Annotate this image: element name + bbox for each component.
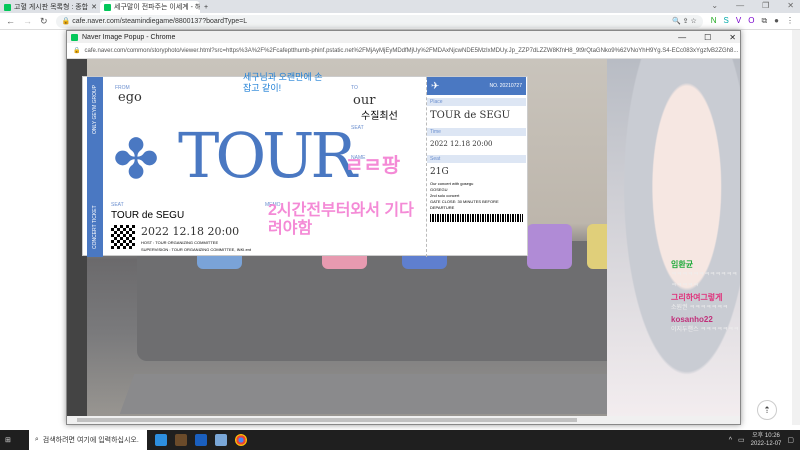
extension-icon[interactable]: S [724, 16, 729, 26]
ticket-title-logo: TOUR [178, 119, 357, 192]
reload-icon[interactable]: ↻ [40, 16, 48, 27]
menu-icon[interactable]: ⋮ [786, 16, 794, 26]
vscode-icon[interactable] [194, 434, 207, 446]
close-icon[interactable]: ✕ [91, 3, 97, 11]
naver-icon [71, 33, 78, 41]
minimize-button[interactable]: — [736, 1, 744, 10]
chat-message: 소원권 ㅋㅋㅋㅋㅋㅋㅋ [671, 305, 728, 311]
logo-clover-icon: ✤ [113, 128, 160, 190]
page-scrollbar[interactable] [792, 30, 800, 425]
naver-cafe-icon [104, 3, 111, 11]
tray-chevron-icon[interactable]: ^ [729, 437, 732, 444]
popup-title-bar: Naver Image Popup - Chrome — ☐ ✕ [67, 31, 740, 43]
url-input[interactable]: 🔒 cafe.naver.com/steamindiegame/8800137?… [55, 14, 703, 28]
close-button[interactable]: ✕ [787, 1, 794, 10]
app-icon[interactable] [214, 434, 227, 446]
close-button[interactable]: ✕ [729, 33, 736, 42]
forward-icon[interactable]: → [23, 16, 32, 26]
tab-search-button[interactable]: ⌄ [711, 1, 718, 10]
concert-ticket: CONCERT TICKET ONLY GEYM GROUP FROM ego T… [82, 72, 528, 257]
chat-message: ㅋㅋㅋㅋㅋㅋㅋㅋㅋㅋㅋㅋㅋㅋㅋㅋㅋ [671, 272, 738, 289]
puzzle-icon[interactable]: ⧉ [761, 16, 767, 26]
lock-icon: 🔒 [61, 18, 73, 25]
qr-code [111, 225, 135, 249]
popup-image: CONCERT TICKET ONLY GEYM GROUP FROM ego T… [67, 59, 740, 424]
image-popup-window: Naver Image Popup - Chrome — ☐ ✕ 🔒 cafe.nav… [66, 30, 741, 425]
maximize-button[interactable]: ☐ [704, 33, 711, 42]
notification-icon[interactable]: ▢ [787, 436, 794, 444]
back-icon[interactable]: ← [6, 16, 15, 26]
pillow [527, 224, 572, 269]
tab-2[interactable]: 세구말이 전파주는 이세계 - 해고✕ [100, 1, 200, 13]
scroll-top-button[interactable]: ⇡ [757, 400, 777, 420]
vtuber-avatar [607, 59, 740, 424]
barcode [430, 214, 523, 222]
ticket-stub: ✈ NO. 20210727 Place TOUR de SEGU Time 20… [426, 77, 526, 257]
edge-icon[interactable] [154, 434, 167, 446]
tab-1[interactable]: 고혈 게시판 목록형 : 종합 ✕ [0, 1, 100, 13]
ticket-side-band: CONCERT TICKET ONLY GEYM GROUP [87, 77, 103, 257]
search-icon: ⌕ [34, 436, 39, 443]
airplane-icon: ✈ [431, 80, 440, 92]
chat-username[interactable]: 임환균 [671, 259, 740, 270]
rug [119, 374, 655, 414]
horizontal-scrollbar[interactable] [67, 416, 740, 424]
zoom-icon[interactable]: 🔍 ⇪ ☆ [672, 17, 697, 25]
minimize-button[interactable]: — [678, 33, 686, 42]
window-controls: ⌄ — ❐ ✕ [711, 1, 794, 10]
system-tray: ^ ▭ 오후 10:26 2022-12-07 ▢ [729, 432, 800, 448]
popup-url-bar[interactable]: 🔒 cafe.naver.com/common/storyphoto/viewer… [67, 43, 740, 59]
new-tab-button[interactable]: + [200, 1, 220, 13]
naver-cafe-icon [4, 3, 11, 11]
profile-avatar[interactable]: ● [774, 16, 779, 26]
clock[interactable]: 오후 10:26 2022-12-07 [751, 432, 782, 448]
address-bar-row: ← → ↻ 🔒 cafe.naver.com/steamindiegame/8800… [0, 13, 800, 30]
chrome-icon[interactable] [234, 434, 247, 446]
chat-username[interactable]: 그리하여그렇게 [671, 292, 740, 303]
lock-icon: 🔒 [73, 48, 81, 54]
scrollbar-thumb[interactable] [77, 418, 577, 422]
taskbar-search[interactable]: ⌕ 검색하려면 여기에 입력하십시오. [28, 430, 147, 450]
windows-start-icon[interactable]: ⊞ [5, 436, 11, 444]
extension-icon[interactable]: V [736, 16, 741, 26]
minecraft-icon[interactable] [174, 434, 187, 446]
chat-message: 이지두핸스 ㅋㅋㅋㅋㅋㅋㅋ [671, 327, 739, 333]
taskbar: ⊞ ⌕ 검색하려면 여기에 입력하십시오. ^ ▭ 오후 10:26 2022-12-… [0, 430, 800, 450]
maximize-button[interactable]: ❐ [762, 1, 769, 10]
extensions: N S V O ⧉ ● ⋮ [711, 16, 794, 26]
tab-strip: 고혈 게시판 목록형 : 종합✕ 세구말이 전파주는 이세계 - 해고✕ + ⌄… [0, 0, 800, 13]
stream-chat: 임환균 ㅋㅋㅋㅋㅋㅋㅋㅋㅋㅋㅋㅋㅋㅋㅋㅋㅋ 그리하여그렇게소원권 ㅋㅋㅋㅋㅋㅋㅋ ko… [671, 259, 740, 336]
network-icon[interactable]: ▭ [738, 436, 745, 444]
chat-username[interactable]: kosanho22 [671, 314, 740, 325]
extension-icon[interactable]: O [748, 16, 754, 26]
extension-icon[interactable]: N [711, 16, 717, 26]
